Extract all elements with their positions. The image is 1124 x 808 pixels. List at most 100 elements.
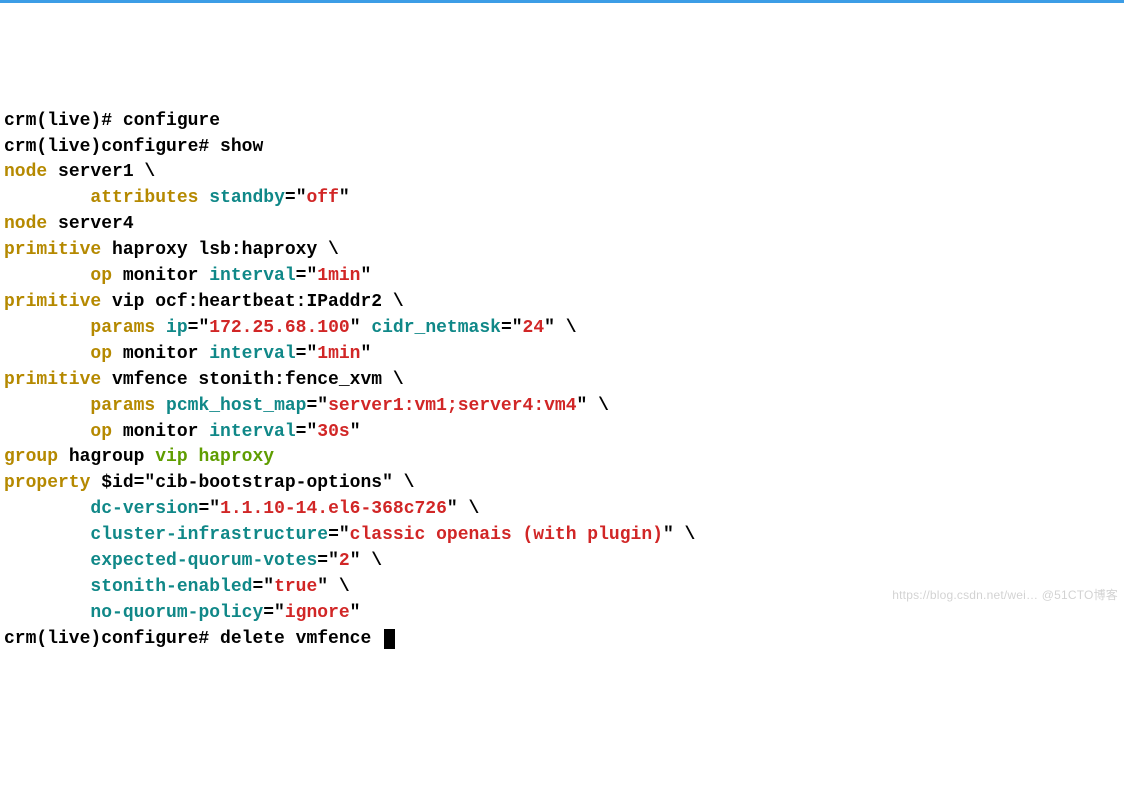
terminal-token: off — [307, 188, 339, 208]
terminal-line: primitive haproxy lsb:haproxy \ — [4, 238, 1120, 264]
terminal-token: =" — [285, 188, 307, 208]
terminal-line: property $id="cib-bootstrap-options" \ — [4, 471, 1120, 497]
terminal-token — [4, 422, 90, 442]
terminal-token: crm(live)configure# delete vmfence — [4, 629, 382, 649]
terminal-token: no-quorum-policy — [90, 603, 263, 623]
terminal-token: server4 — [47, 214, 133, 234]
terminal-token: monitor — [112, 422, 209, 442]
terminal-token: " \ — [663, 525, 695, 545]
terminal-token: =" — [188, 318, 210, 338]
terminal-token: primitive — [4, 240, 101, 260]
terminal-line: node server4 — [4, 212, 1120, 238]
terminal-token: haproxy lsb:haproxy \ — [101, 240, 339, 260]
terminal-token: 2 — [339, 551, 350, 571]
terminal-token: vip ocf:heartbeat:IPaddr2 \ — [101, 292, 403, 312]
terminal-token — [4, 525, 90, 545]
terminal-token: =" — [296, 266, 318, 286]
terminal-token: =" — [328, 525, 350, 545]
terminal-line: no-quorum-policy="ignore" — [4, 601, 1120, 627]
terminal-token: " — [350, 422, 361, 442]
terminal-token: crm(live)# configure — [4, 111, 220, 131]
terminal-token: " \ — [447, 499, 479, 519]
terminal-token: monitor — [112, 344, 209, 364]
terminal-token: server1:vm1;server4:vm4 — [328, 396, 576, 416]
terminal-token: " — [350, 603, 361, 623]
terminal-token: hagroup — [58, 447, 155, 467]
terminal-line: dc-version="1.1.10-14.el6-368c726" \ — [4, 497, 1120, 523]
terminal-line: node server1 \ — [4, 160, 1120, 186]
terminal-token: =" — [252, 577, 274, 597]
terminal-token: monitor — [112, 266, 209, 286]
terminal-token: server1 \ — [47, 162, 155, 182]
terminal-token: " \ — [350, 551, 382, 571]
terminal-line: group hagroup vip haproxy — [4, 445, 1120, 471]
terminal-token: =" — [296, 344, 318, 364]
terminal-token — [4, 318, 90, 338]
terminal-token: classic openais (with plugin) — [350, 525, 663, 545]
terminal-token: =" — [306, 396, 328, 416]
terminal-line: cluster-infrastructure="classic openais … — [4, 523, 1120, 549]
terminal-line: expected-quorum-votes="2" \ — [4, 549, 1120, 575]
terminal-token: 1min — [317, 344, 360, 364]
terminal-token: node — [4, 214, 47, 234]
terminal-token — [188, 447, 199, 467]
terminal-token: interval — [209, 344, 295, 364]
terminal-token: interval — [209, 422, 295, 442]
terminal-token: cluster-infrastructure — [90, 525, 328, 545]
cursor-icon — [384, 629, 395, 649]
terminal-token: " \ — [544, 318, 576, 338]
terminal-token: 1.1.10-14.el6-368c726 — [220, 499, 447, 519]
terminal-line: primitive vmfence stonith:fence_xvm \ — [4, 368, 1120, 394]
terminal-token: 1min — [317, 266, 360, 286]
terminal-token: 172.25.68.100 — [209, 318, 349, 338]
terminal-line: params pcmk_host_map="server1:vm1;server… — [4, 394, 1120, 420]
terminal-token: pcmk_host_map — [166, 396, 306, 416]
terminal-token: 30s — [317, 422, 349, 442]
terminal-line: op monitor interval="1min" — [4, 342, 1120, 368]
terminal-token: op — [90, 422, 112, 442]
terminal-token: " \ — [317, 577, 349, 597]
terminal-token: params — [90, 318, 155, 338]
terminal-token: " — [361, 344, 372, 364]
terminal-token: " — [339, 188, 350, 208]
terminal-output[interactable]: crm(live)# configure crm(live)configure# … — [4, 109, 1120, 653]
terminal-token: 24 — [523, 318, 545, 338]
terminal-token — [155, 318, 166, 338]
terminal-token — [4, 266, 90, 286]
terminal-token — [4, 396, 90, 416]
terminal-token: vip — [155, 447, 187, 467]
terminal-token: haproxy — [198, 447, 274, 467]
terminal-line: params ip="172.25.68.100" cidr_netmask="… — [4, 316, 1120, 342]
terminal-line: op monitor interval="30s" — [4, 420, 1120, 446]
terminal-token: primitive — [4, 292, 101, 312]
terminal-token: $id="cib-bootstrap-options" \ — [90, 473, 414, 493]
terminal-token: " — [350, 318, 372, 338]
terminal-token: attributes — [90, 188, 198, 208]
terminal-token: dc-version — [90, 499, 198, 519]
terminal-token: true — [274, 577, 317, 597]
terminal-token: stonith-enabled — [90, 577, 252, 597]
terminal-token: property — [4, 473, 90, 493]
terminal-line: crm(live)# configure — [4, 109, 1120, 135]
terminal-token: interval — [209, 266, 295, 286]
terminal-token — [155, 396, 166, 416]
terminal-token: ignore — [285, 603, 350, 623]
terminal-token: =" — [501, 318, 523, 338]
terminal-token — [198, 188, 209, 208]
terminal-token: params — [90, 396, 155, 416]
terminal-token — [4, 551, 90, 571]
terminal-token: cidr_netmask — [371, 318, 501, 338]
terminal-line: crm(live)configure# delete vmfence — [4, 627, 1120, 653]
terminal-token — [4, 344, 90, 364]
terminal-token: op — [90, 266, 112, 286]
terminal-token: =" — [317, 551, 339, 571]
terminal-token: group — [4, 447, 58, 467]
terminal-token — [4, 188, 90, 208]
terminal-token: " — [361, 266, 372, 286]
terminal-line: attributes standby="off" — [4, 186, 1120, 212]
terminal-token: " \ — [577, 396, 609, 416]
watermark-text: https://blog.csdn.net/wei… @51CTO博客 — [892, 587, 1118, 604]
terminal-token: op — [90, 344, 112, 364]
terminal-token: crm(live)configure# show — [4, 137, 263, 157]
terminal-token: =" — [198, 499, 220, 519]
